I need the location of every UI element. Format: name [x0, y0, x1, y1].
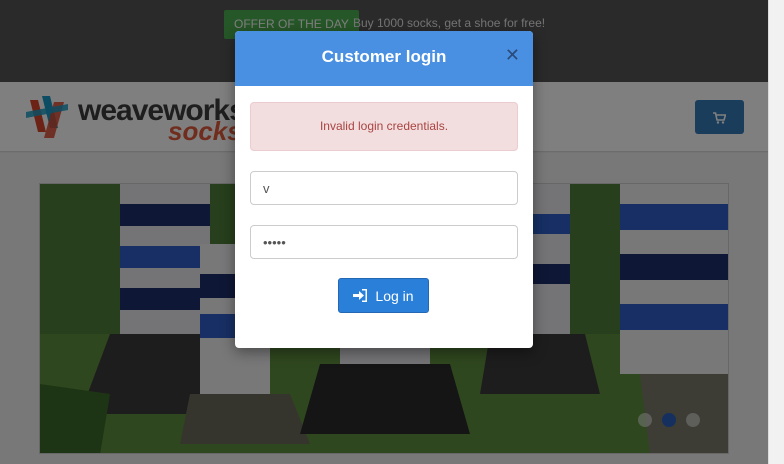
login-button[interactable]: Log in	[338, 278, 429, 313]
sign-in-icon	[353, 289, 368, 302]
page-scrollbar[interactable]	[768, 0, 784, 464]
login-button-label: Log in	[375, 287, 414, 304]
login-modal: Customer login ✕ Invalid login credentia…	[235, 31, 533, 348]
close-icon[interactable]: ✕	[505, 45, 520, 66]
error-alert: Invalid login credentials.	[250, 102, 518, 151]
password-field[interactable]	[250, 225, 518, 259]
modal-title: Customer login	[321, 47, 447, 66]
username-field[interactable]	[250, 171, 518, 205]
modal-header: Customer login ✕	[235, 31, 533, 86]
